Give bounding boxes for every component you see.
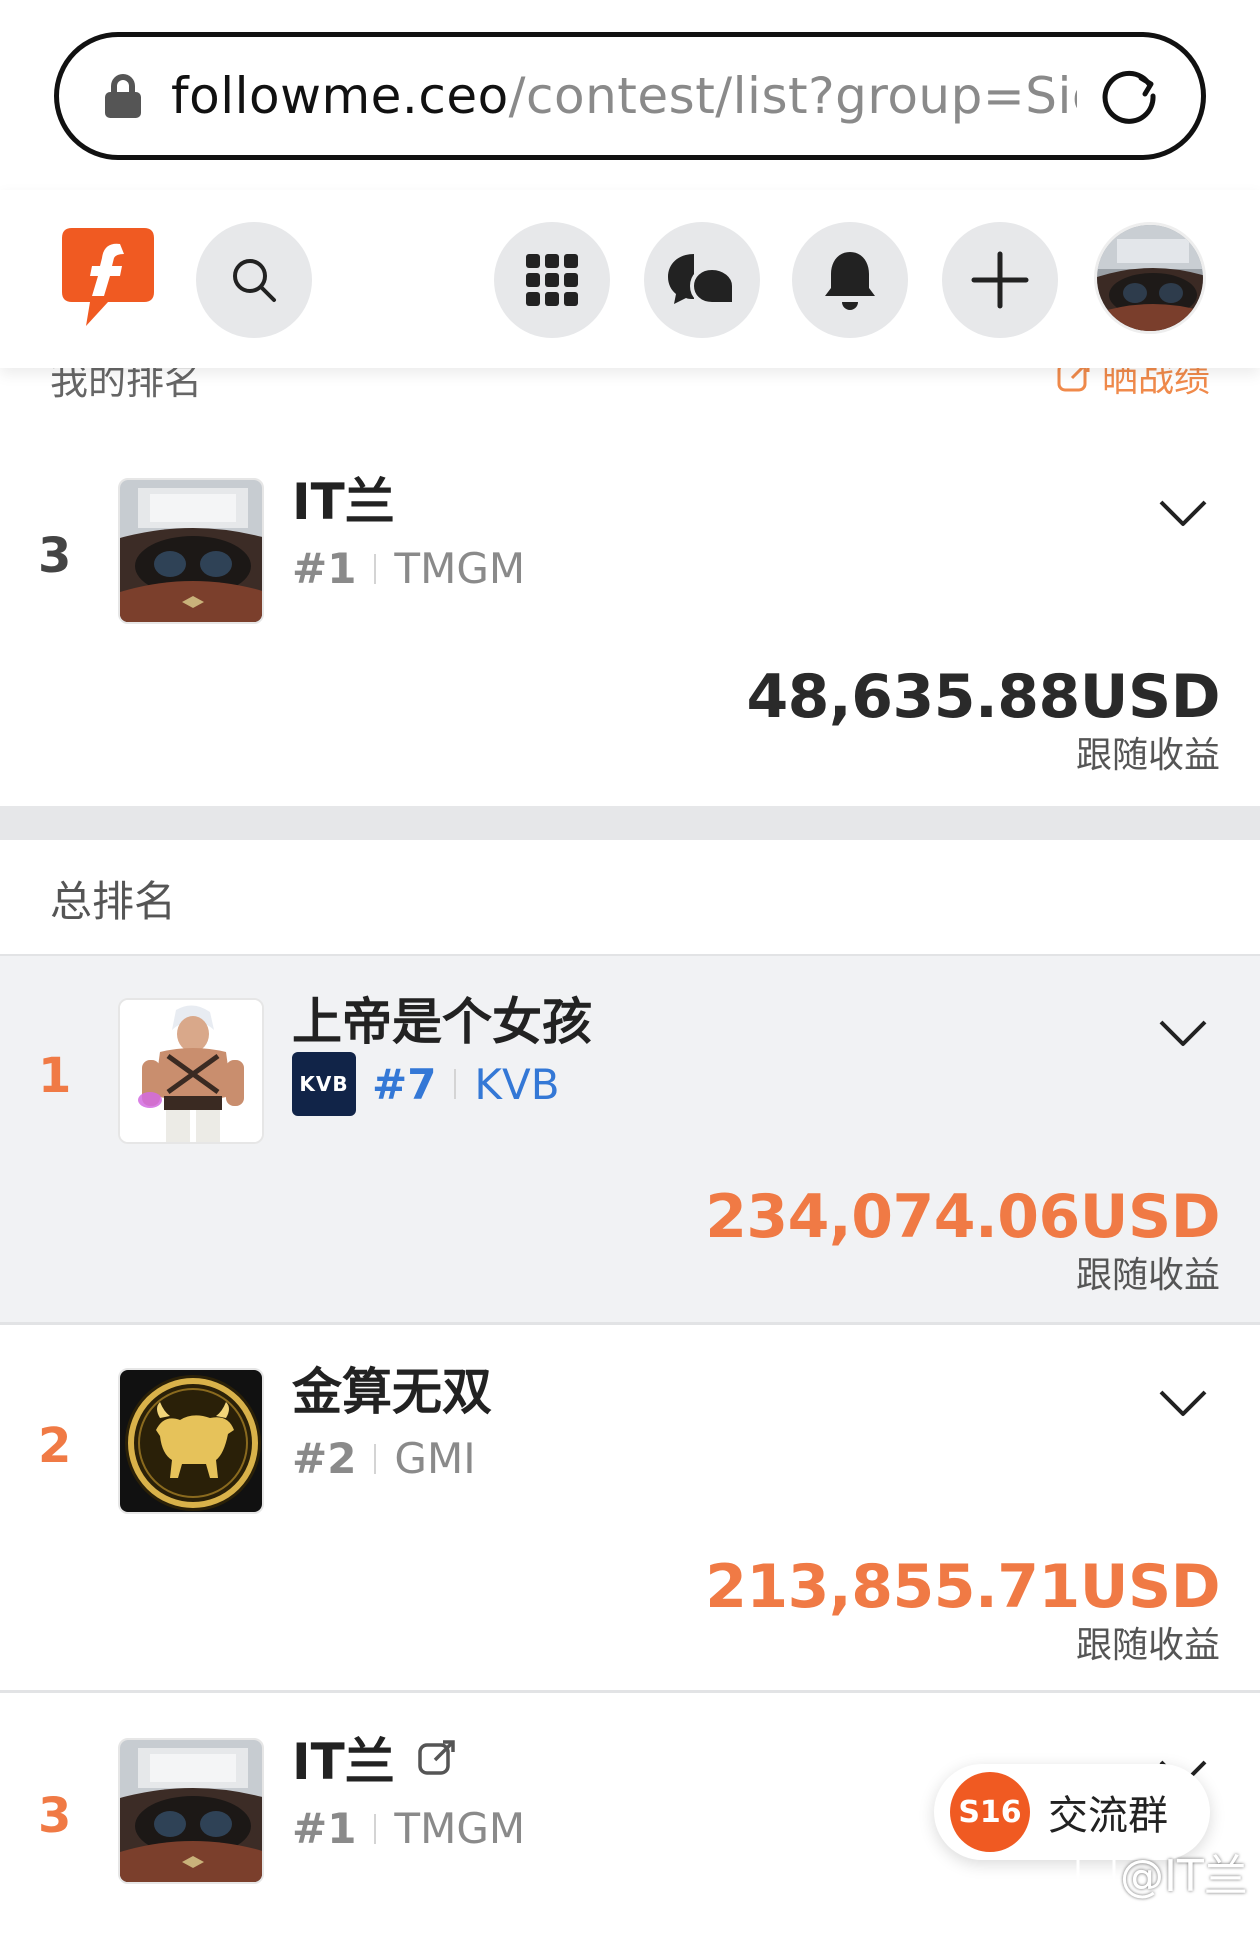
trader-meta: #1 TMGM: [292, 1804, 525, 1853]
signal-number: #1: [292, 544, 357, 593]
trader-name: 上帝是个女孩: [292, 993, 592, 1051]
chevron-down-icon[interactable]: [1158, 1388, 1208, 1418]
share-label: 晒战绩: [1101, 368, 1210, 400]
search-icon: [233, 259, 276, 302]
meta-divider: [374, 1443, 377, 1474]
app-header: [0, 190, 1260, 368]
create-button[interactable]: [942, 222, 1058, 338]
section-divider: [0, 806, 1260, 840]
share-results-link[interactable]: 晒战绩: [1056, 368, 1210, 402]
rank-number: 3: [38, 528, 72, 584]
trader-meta: KVB #7 KVB: [292, 1052, 560, 1116]
chevron-down-icon[interactable]: [1158, 1018, 1208, 1048]
watermark-text: @IT兰: [1120, 1851, 1248, 1902]
signal-number: #7: [372, 1059, 437, 1109]
my-ranking-header: 我的排名 晒战绩: [0, 368, 1260, 408]
followme-logo[interactable]: [58, 222, 158, 330]
trader-name-row: IT兰: [292, 1722, 457, 1794]
messages-button[interactable]: [644, 222, 760, 338]
row-divider: [0, 1690, 1260, 1693]
external-link-icon[interactable]: [417, 1738, 457, 1778]
search-button[interactable]: [196, 222, 312, 338]
meta-divider: [374, 1813, 377, 1844]
trader-meta: #2 GMI: [292, 1434, 476, 1483]
notifications-button[interactable]: [792, 222, 908, 338]
rank-number: 1: [38, 1048, 72, 1104]
chat-group-label: 交流群: [1048, 1793, 1168, 1839]
grid-icon: [526, 254, 578, 306]
trader-name: IT兰: [292, 1733, 395, 1791]
broker-name: KVB: [474, 1059, 560, 1109]
followme-logo-watermark: [1076, 1854, 1116, 1892]
browser-chrome: followme.ceo/contest/list?group=Sign: [0, 0, 1260, 190]
watermark: @IT兰: [1076, 1840, 1248, 1904]
trader-avatar: [118, 478, 264, 624]
reload-icon[interactable]: [1097, 64, 1161, 128]
row-divider: [0, 1322, 1260, 1325]
signal-number: #1: [292, 1804, 357, 1853]
user-avatar[interactable]: [1094, 222, 1206, 334]
my-ranking-label: 我的排名: [50, 368, 203, 403]
trader-name: IT兰: [292, 473, 395, 531]
follow-profit-caption: 跟随收益: [1075, 735, 1220, 776]
trader-meta: #1 TMGM: [292, 544, 525, 593]
address-bar[interactable]: followme.ceo/contest/list?group=Sign: [54, 32, 1206, 160]
trader-avatar: [118, 998, 264, 1144]
rank-number: 2: [38, 1418, 72, 1474]
broker-name: TMGM: [394, 544, 526, 593]
chat-bubbles-icon: [668, 254, 736, 306]
chat-group-badge: S16: [950, 1772, 1030, 1852]
apps-button[interactable]: [494, 222, 610, 338]
follow-profit-amount: 234,074.06USD: [705, 1182, 1220, 1252]
follow-profit-caption: 跟随收益: [1075, 1255, 1220, 1296]
meta-divider: [374, 553, 377, 584]
broker-name: GMI: [394, 1434, 476, 1483]
chevron-down-icon[interactable]: [1158, 498, 1208, 528]
url-text[interactable]: followme.ceo/contest/list?group=Sign: [171, 67, 1077, 125]
follow-profit-amount: 213,855.71USD: [705, 1552, 1220, 1622]
trader-name: 金算无双: [292, 1363, 492, 1421]
broker-name: TMGM: [394, 1804, 526, 1853]
lock-icon: [105, 74, 141, 118]
overall-ranking-label: 总排名: [50, 877, 177, 926]
signal-number: #2: [292, 1434, 357, 1483]
broker-logo: KVB: [292, 1052, 356, 1116]
meta-divider: [454, 1069, 457, 1099]
trader-avatar: [118, 1368, 264, 1514]
rank-number: 3: [38, 1788, 72, 1844]
trader-avatar: [118, 1738, 264, 1884]
plus-icon: [971, 251, 1029, 309]
follow-profit-amount: 48,635.88USD: [746, 662, 1220, 732]
share-icon: [1057, 368, 1090, 392]
follow-profit-caption: 跟随收益: [1075, 1625, 1220, 1666]
bell-icon: [825, 252, 875, 310]
